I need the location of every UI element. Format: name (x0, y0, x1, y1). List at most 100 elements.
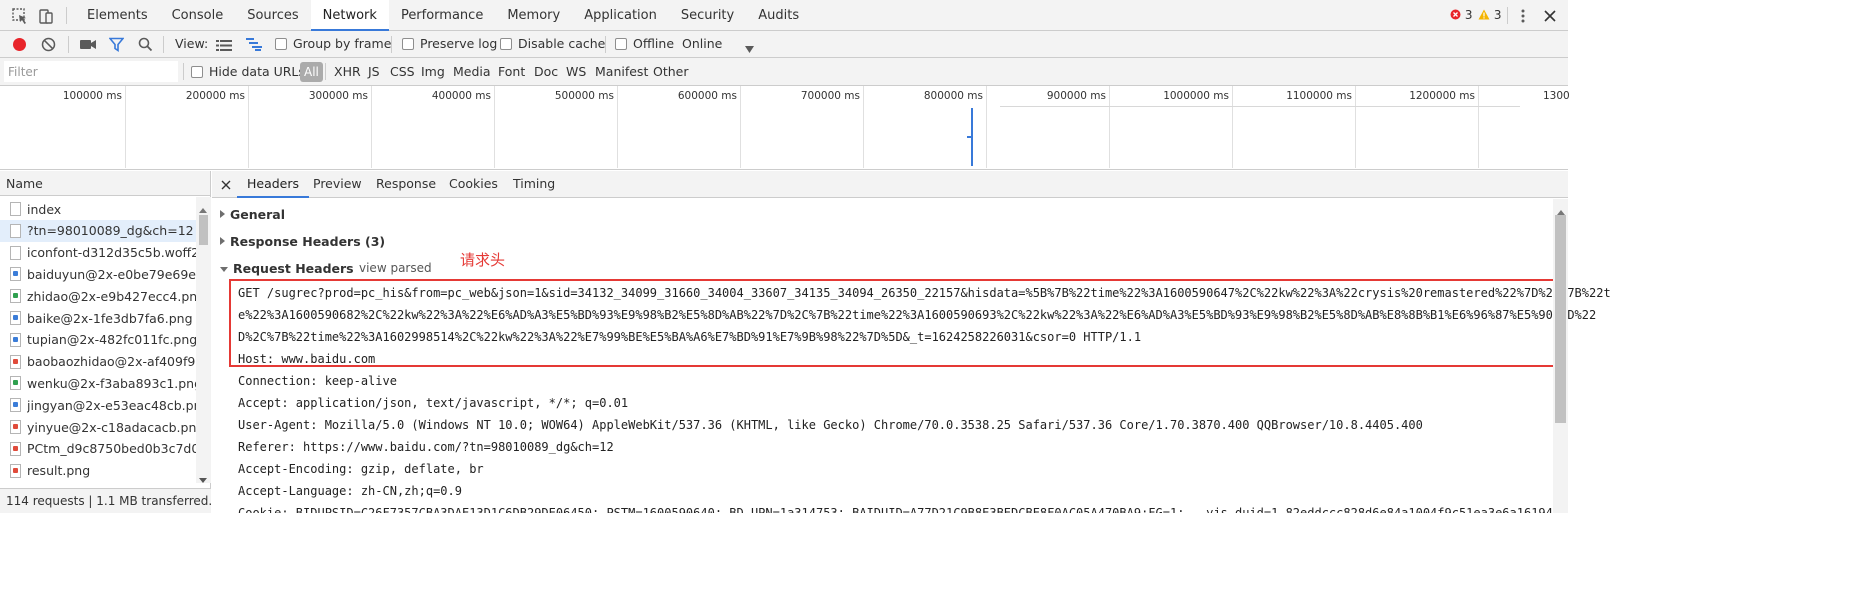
timeline-tick-label: 200000 ms (185, 90, 245, 102)
clear-icon[interactable] (41, 37, 56, 55)
throttling-select[interactable]: Online (682, 36, 722, 51)
network-toolbar: View: Group by frame Preserve log Disabl… (0, 31, 1568, 58)
tab-sources[interactable]: Sources (235, 0, 310, 31)
tab-security[interactable]: Security (669, 0, 746, 31)
divider (391, 36, 392, 53)
request-name: tupian@2x-482fc011fc.png (27, 332, 196, 348)
preserve-log-checkbox[interactable]: Preserve log (402, 36, 497, 51)
type-filter-js[interactable]: JS (368, 64, 380, 79)
type-filter-other[interactable]: Other (653, 64, 689, 79)
tab-application[interactable]: Application (572, 0, 669, 31)
section-response-headers[interactable]: Response Headers (3) (220, 234, 385, 249)
section-request-headers[interactable]: Request Headers (220, 261, 354, 276)
warning-counter[interactable]: 3 (1478, 8, 1501, 22)
tab-network[interactable]: Network (310, 0, 389, 31)
request-row[interactable]: ?tn=98010089_dg&ch=12 (0, 219, 196, 242)
tab-performance[interactable]: Performance (389, 0, 495, 31)
type-filter-manifest[interactable]: Manifest (595, 64, 648, 79)
tab-headers[interactable]: Headers (237, 171, 310, 198)
request-name: index (27, 201, 62, 217)
header-user-agent: User-Agent: Mozilla/5.0 (Windows NT 10.0… (238, 418, 1423, 432)
disable-cache-label: Disable cache (518, 36, 606, 51)
request-row[interactable]: tupian@2x-482fc011fc.png (0, 329, 196, 351)
filter-icon[interactable] (108, 37, 125, 55)
request-row[interactable]: PCtm_d9c8750bed0b3c7d089... (0, 438, 196, 460)
close-icon[interactable] (221, 178, 231, 193)
waterfall-overview-icon[interactable] (246, 38, 263, 54)
request-row[interactable]: baike@2x-1fe3db7fa6.png (0, 307, 196, 329)
type-filter-all[interactable]: All (300, 62, 323, 82)
request-name: baobaozhidao@2x-af409f9db... (27, 354, 196, 370)
inspect-element-icon[interactable] (11, 7, 29, 25)
section-general[interactable]: General (220, 207, 285, 222)
request-row[interactable]: yinyue@2x-c18adacacb.png (0, 416, 196, 438)
hide-data-urls-checkbox[interactable]: Hide data URLs (191, 64, 305, 79)
timeline-tick-label: 800000 ms (923, 90, 983, 102)
device-toolbar-icon[interactable] (37, 7, 55, 25)
disable-cache-checkbox[interactable]: Disable cache (500, 36, 605, 51)
detail-scrollbar-thumb[interactable] (1555, 215, 1566, 423)
type-filter-media[interactable]: Media (453, 64, 491, 79)
tab-audits[interactable]: Audits (746, 0, 811, 31)
scroll-down-arrow-icon[interactable] (199, 471, 207, 486)
capture-screenshots-icon[interactable] (80, 38, 97, 54)
divider (605, 36, 606, 53)
tab-response[interactable]: Response (376, 171, 436, 198)
large-request-rows-icon[interactable] (216, 39, 232, 54)
image-file-icon (10, 463, 21, 478)
tab-cookies[interactable]: Cookies (449, 171, 498, 198)
search-icon[interactable] (138, 37, 153, 55)
type-filter-img[interactable]: Img (421, 64, 445, 79)
annotation-label: 请求头 (460, 251, 506, 269)
view-parsed-link[interactable]: view parsed (359, 261, 432, 275)
timeline-gridline (863, 86, 864, 168)
scroll-up-arrow-icon[interactable] (199, 201, 207, 216)
request-row[interactable]: result.png (0, 460, 196, 482)
offline-checkbox[interactable]: Offline (615, 36, 674, 51)
type-filter-css[interactable]: CSS (390, 64, 415, 79)
chevron-down-icon[interactable] (745, 41, 754, 56)
type-filter-font[interactable]: Font (498, 64, 525, 79)
section-general-title: General (230, 207, 285, 222)
group-by-frame-checkbox[interactable]: Group by frame (275, 36, 391, 51)
type-filter-ws[interactable]: WS (566, 64, 586, 79)
tab-preview[interactable]: Preview (313, 171, 362, 198)
request-row[interactable]: jingyan@2x-e53eac48cb.png (0, 394, 196, 416)
image-file-icon (10, 332, 21, 347)
record-icon[interactable] (12, 37, 27, 55)
scroll-up-arrow-icon[interactable] (1557, 203, 1565, 218)
type-filter-xhr[interactable]: XHR (334, 64, 361, 79)
timeline-gridline (986, 86, 987, 168)
more-options-icon[interactable] (1514, 7, 1532, 25)
network-overview-timeline[interactable]: 100000 ms 200000 ms 300000 ms 400000 ms … (0, 86, 1570, 170)
close-devtools-icon[interactable] (1541, 7, 1559, 25)
image-file-icon (10, 441, 21, 456)
timeline-tick-label: 1300 (1543, 90, 1570, 102)
header-referer: Referer: https://www.baidu.com/?tn=98010… (238, 440, 614, 454)
request-row[interactable]: baiduyun@2x-e0be79e69e.png (0, 263, 196, 285)
divider (183, 63, 184, 80)
tab-timing[interactable]: Timing (513, 171, 555, 198)
tab-console[interactable]: Console (160, 0, 236, 31)
timeline-tick-label: 500000 ms (554, 90, 614, 102)
timeline-tick-label: 400000 ms (431, 90, 491, 102)
timeline-tick-label: 700000 ms (800, 90, 860, 102)
request-row[interactable]: wenku@2x-f3aba893c1.png (0, 372, 196, 394)
error-count: 3 (1464, 8, 1473, 22)
tab-elements[interactable]: Elements (75, 0, 160, 31)
panel-tabs: Elements Console Sources Network Perform… (75, 0, 811, 31)
request-row[interactable]: index (0, 198, 196, 220)
type-filter-doc[interactable]: Doc (534, 64, 558, 79)
timeline-gridline (248, 86, 249, 168)
divider (68, 36, 69, 53)
timeline-tick-label: 1000000 ms (1163, 90, 1229, 102)
filter-input[interactable] (4, 61, 178, 82)
request-row[interactable]: zhidao@2x-e9b427ecc4.png (0, 285, 196, 307)
list-scrollbar-thumb[interactable] (199, 215, 208, 245)
section-response-title: Response Headers (3) (230, 234, 386, 249)
name-column-header[interactable]: Name (0, 171, 210, 196)
request-row[interactable]: baobaozhidao@2x-af409f9db... (0, 351, 196, 373)
tab-memory[interactable]: Memory (495, 0, 572, 31)
error-counter[interactable]: 3 (1450, 8, 1472, 22)
request-row[interactable]: iconfont-d312d35c5b.woff2 (0, 242, 196, 264)
